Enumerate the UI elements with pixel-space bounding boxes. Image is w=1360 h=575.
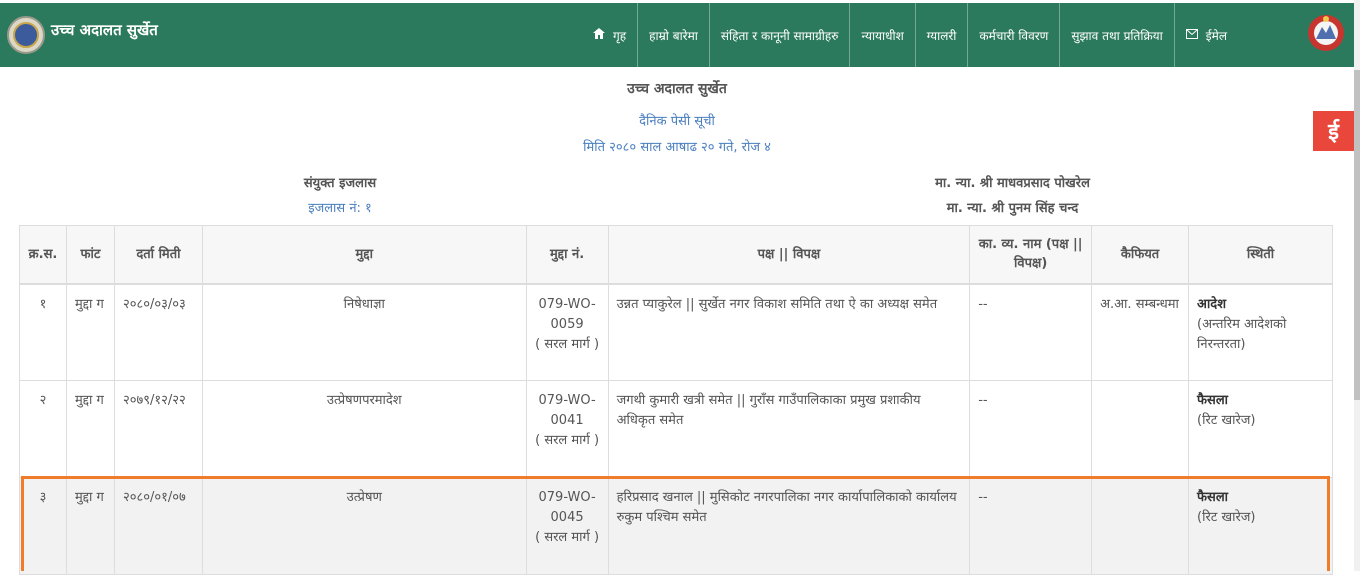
top-navbar: उच्च अदालत सुर्खेत गृह हाम्रो बारेमा संह… bbox=[0, 3, 1354, 67]
cell-sn: २ bbox=[19, 380, 67, 478]
cell-remarks bbox=[1091, 380, 1190, 478]
nav-email[interactable]: ईमेल bbox=[1175, 3, 1238, 67]
cell-parties: जगथी कुमारी खत्री समेत || गुराँस गाउँपाल… bbox=[607, 380, 971, 478]
nav-staff[interactable]: कर्मचारी विवरण bbox=[968, 3, 1061, 67]
cell-fant: मुद्दा ग bbox=[65, 283, 115, 381]
cell-date: २०७९/१२/२२ bbox=[113, 380, 203, 478]
nav-about-label: हाम्रो बारेमा bbox=[649, 28, 698, 43]
cell-sn: १ bbox=[19, 283, 67, 381]
cell-status: फैसला (रिट खारेज) bbox=[1188, 477, 1333, 575]
mail-icon bbox=[1185, 28, 1198, 42]
cell-parties: उन्नत प्याकुरेल || सुर्खेत नगर विकाश समि… bbox=[607, 283, 971, 381]
cell-fant: मुद्दा ग bbox=[65, 380, 115, 478]
cell-parties: हरिप्रसाद खनाल || मुसिकोट नगरपालिका नगर … bbox=[607, 477, 971, 575]
cell-case: निषेधाज्ञा bbox=[201, 283, 527, 381]
col-header-status: स्थिती bbox=[1188, 225, 1333, 285]
nav-feedback[interactable]: सुझाव तथा प्रतिक्रिया bbox=[1060, 3, 1175, 67]
col-header-sn: क्र.स. bbox=[19, 225, 67, 285]
table-row: १ मुद्दा ग २०८०/०३/०३ निषेधाज्ञा 079-WO-… bbox=[19, 283, 1333, 381]
nav-laws-label: संहिता र कानूनी सामाग्रीहरु bbox=[720, 28, 839, 43]
col-header-remarks: कैफियत bbox=[1091, 225, 1190, 285]
cell-fant: मुद्दा ग bbox=[65, 477, 115, 575]
brand-link[interactable]: उच्च अदालत सुर्खेत bbox=[7, 3, 158, 67]
status-label: फैसला bbox=[1197, 393, 1229, 408]
nav-about[interactable]: हाम्रो बारेमा bbox=[638, 3, 710, 67]
list-title: दैनिक पेसी सूची bbox=[639, 114, 715, 129]
cell-case-no: 079-WO-0041 ( सरल मार्ग ) bbox=[525, 380, 609, 478]
main-nav: गृह हाम्रो बारेमा संहिता र कानूनी सामाग्… bbox=[582, 3, 1238, 67]
nav-gallery-label: ग्यालरी bbox=[926, 28, 957, 43]
cell-remarks bbox=[1091, 477, 1190, 575]
case-type: ( सरल मार्ग ) bbox=[535, 530, 600, 546]
nav-feedback-label: सुझाव तथा प्रतिक्रिया bbox=[1071, 28, 1163, 43]
cell-lawyer: -- bbox=[969, 477, 1093, 575]
cell-case-no: 079-WO-0045 ( सरल मार्ग ) bbox=[525, 477, 609, 575]
cell-status: आदेश (अन्तरिम आदेशको निरन्तरता) bbox=[1188, 283, 1333, 381]
nav-home-label: गृह bbox=[613, 28, 627, 43]
case-number: 079-WO-0041 bbox=[538, 393, 596, 429]
cell-sn: ३ bbox=[19, 477, 67, 575]
status-label: फैसला bbox=[1197, 490, 1229, 505]
page-title: उच्च अदालत सुर्खेत bbox=[627, 81, 727, 97]
judge-name: मा. न्या. श्री माधवप्रसाद पोखरेल bbox=[935, 176, 1090, 191]
col-header-fant: फांट bbox=[65, 225, 115, 285]
cell-lawyer: -- bbox=[969, 380, 1093, 478]
judge-name: मा. न्या. श्री पुनम सिंह चन्द bbox=[946, 201, 1079, 216]
col-header-case-no: मुद्दा नं. bbox=[525, 225, 609, 285]
col-header-case: मुद्दा bbox=[201, 225, 527, 285]
nav-gallery[interactable]: ग्यालरी bbox=[916, 3, 969, 67]
cause-list-table: क्र.स. फांट दर्ता मिती मुद्दा मुद्दा नं.… bbox=[19, 225, 1333, 575]
bench-title: संयुक्त इजलास bbox=[303, 176, 377, 191]
col-header-parties: पक्ष || विपक्ष bbox=[607, 225, 971, 285]
case-number: 079-WO-0059 bbox=[538, 296, 596, 332]
cell-lawyer: -- bbox=[969, 283, 1093, 381]
col-header-lawyer: का. व्य. नाम (पक्ष || विपक्ष) bbox=[969, 225, 1093, 285]
cell-case-no: 079-WO-0059 ( सरल मार्ग ) bbox=[525, 283, 609, 381]
table-row: ३ मुद्दा ग २०८०/०१/०७ उत्प्रेषण 079-WO-0… bbox=[19, 477, 1333, 575]
cell-remarks: अ.आ. सम्बन्धमा bbox=[1091, 283, 1190, 381]
nepal-emblem-icon bbox=[1308, 15, 1344, 51]
case-type: ( सरल मार्ग ) bbox=[535, 336, 600, 352]
bench-number: इजलास नं: १ bbox=[308, 201, 372, 216]
nav-judges[interactable]: न्यायाधीश bbox=[850, 3, 916, 67]
cell-case: उत्प्रेषणपरमादेश bbox=[201, 380, 527, 478]
case-number: 079-WO-0045 bbox=[538, 490, 596, 526]
home-icon bbox=[593, 28, 605, 42]
cell-date: २०८०/०१/०७ bbox=[113, 477, 203, 575]
nav-email-label: ईमेल bbox=[1205, 28, 1227, 43]
nav-home[interactable]: गृह bbox=[582, 3, 639, 67]
status-detail: (रिट खारेज) bbox=[1197, 413, 1256, 429]
court-logo bbox=[7, 16, 45, 54]
nav-judges-label: न्यायाधीश bbox=[861, 28, 904, 43]
nav-laws[interactable]: संहिता र कानूनी सामाग्रीहरु bbox=[710, 3, 851, 67]
nav-staff-label: कर्मचारी विवरण bbox=[979, 28, 1049, 43]
status-detail: (रिट खारेज) bbox=[1197, 510, 1256, 526]
brand-title: उच्च अदालत सुर्खेत bbox=[51, 21, 158, 39]
case-type: ( सरल मार्ग ) bbox=[535, 433, 600, 449]
status-detail: (अन्तरिम आदेशको निरन्तरता) bbox=[1197, 316, 1287, 352]
table-row: २ मुद्दा ग २०७९/१२/२२ उत्प्रेषणपरमादेश 0… bbox=[19, 380, 1333, 478]
page-scrollbar[interactable] bbox=[1354, 0, 1360, 571]
cell-case: उत्प्रेषण bbox=[201, 477, 527, 575]
cell-status: फैसला (रिट खारेज) bbox=[1188, 380, 1333, 478]
date-line: मिति २०८० साल आषाढ २० गते, रोज ४ bbox=[583, 140, 771, 155]
scrollbar-thumb[interactable] bbox=[1354, 70, 1360, 400]
cell-date: २०८०/०३/०३ bbox=[113, 283, 203, 381]
status-label: आदेश bbox=[1197, 296, 1227, 312]
col-header-date: दर्ता मिती bbox=[113, 225, 203, 285]
table-header-row: क्र.स. फांट दर्ता मिती मुद्दा मुद्दा नं.… bbox=[19, 225, 1333, 285]
